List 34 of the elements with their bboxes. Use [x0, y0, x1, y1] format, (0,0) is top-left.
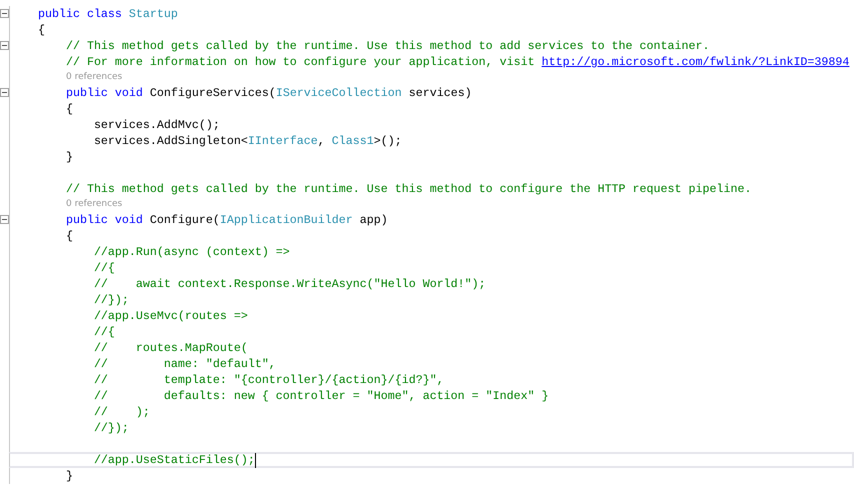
- collapse-icon[interactable]: [0, 215, 9, 224]
- code-line: services.AddMvc();: [92, 117, 220, 133]
- code-line: //{: [92, 324, 115, 340]
- codelens-text[interactable]: 0 references: [66, 70, 122, 85]
- text-cursor: [254, 452, 256, 468]
- code-line: {: [64, 228, 73, 244]
- code-line: {: [36, 22, 45, 38]
- code-line: //});: [92, 292, 129, 308]
- collapse-icon[interactable]: [0, 41, 9, 50]
- link[interactable]: http://go.microsoft.com/fwlink/?LinkID=39894: [542, 55, 850, 69]
- code-line: // name: "default",: [92, 356, 276, 372]
- code-line: // For more information on how to configure your application, visit http://go.microsoft.com/fwlink/?LinkID=39894: [64, 54, 850, 70]
- code-line: //app.UseMvc(routes =>: [92, 308, 248, 324]
- code-line: //app.Run(async (context) =>: [92, 244, 290, 260]
- code-line: // template: "{controller}/{action}/{id?}",: [92, 372, 444, 388]
- codelens-text[interactable]: 0 references: [66, 197, 122, 212]
- code-line: {: [64, 101, 73, 117]
- code-line: public class Startup: [36, 6, 178, 22]
- code-line: // routes.MapRoute(: [92, 340, 248, 356]
- code-line: //app.UseStaticFiles();: [92, 452, 255, 468]
- code-line: //{: [92, 260, 115, 276]
- code-line: public void Configure(IApplicationBuilder app): [64, 212, 388, 228]
- code-line: //});: [92, 420, 129, 436]
- code-line: }: [64, 468, 73, 484]
- collapse-icon[interactable]: [0, 9, 9, 18]
- code-line: services.AddSingleton<IInterface, Class1>();: [92, 133, 402, 149]
- code-line: // defaults: new { controller = "Home", action = "Index" }: [92, 388, 549, 404]
- collapse-icon[interactable]: [0, 88, 9, 97]
- code-line: }: [64, 149, 73, 165]
- code-line: // );: [92, 404, 150, 420]
- code-line: // This method gets called by the runtime. Use this method to configure the HTTP request pipeline.: [64, 181, 752, 197]
- code-line: // This method gets called by the runtime. Use this method to add services to the container.: [64, 38, 710, 54]
- code-line: public void ConfigureServices(IServiceCollection services): [64, 85, 472, 101]
- code-line: // await context.Response.WriteAsync("Hello World!");: [92, 276, 486, 292]
